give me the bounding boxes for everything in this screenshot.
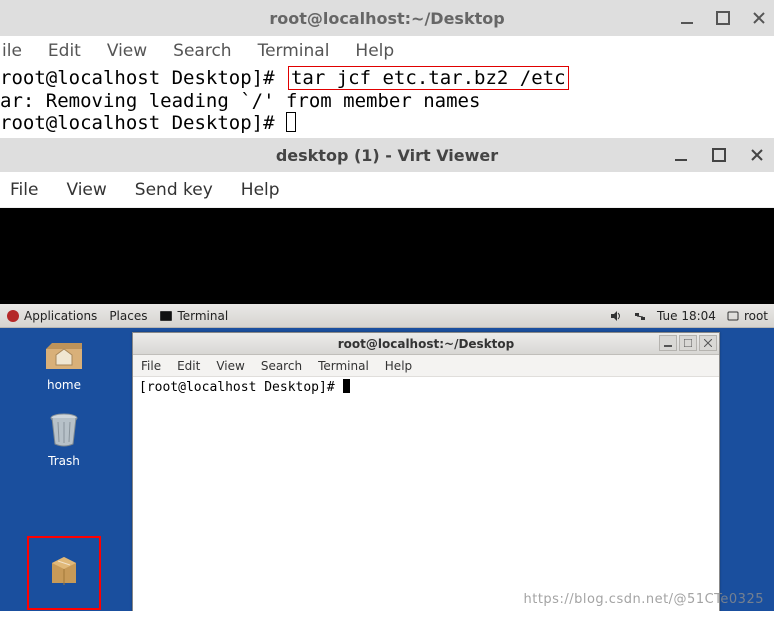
term2-menu-view[interactable]: View [216, 359, 244, 373]
term2-menu-help[interactable]: Help [385, 359, 412, 373]
term2-menu-search[interactable]: Search [261, 359, 302, 373]
virt-menubar: File View Send key Help [0, 172, 774, 208]
terminal1-line-1: root@localhost Desktop]# tar jcf etc.tar… [0, 66, 774, 90]
virt-menu-sendkey[interactable]: Send key [135, 180, 213, 200]
virt-menu-help[interactable]: Help [241, 180, 280, 200]
guest-display[interactable]: Applications Places Terminal Tue 18:04 r… [0, 208, 774, 611]
virt-window-controls [674, 138, 764, 172]
close-icon[interactable] [750, 148, 764, 162]
minimize-icon[interactable] [659, 335, 677, 351]
minimize-icon[interactable] [674, 148, 688, 162]
terminal2-title: root@localhost:~/Desktop [133, 337, 719, 351]
panel-user-label: root [744, 309, 768, 323]
terminal1-line-2: ar: Removing leading `/' from member nam… [0, 90, 774, 112]
maximize-icon[interactable] [679, 335, 697, 351]
panel-clock[interactable]: Tue 18:04 [657, 309, 716, 323]
archive-icon [42, 551, 86, 591]
close-icon[interactable] [752, 11, 766, 25]
desktop-icon-trash[interactable]: Trash [28, 410, 100, 468]
panel-clock-label: Tue 18:04 [657, 309, 716, 323]
panel-terminal-label: Terminal [177, 309, 228, 323]
term2-menu-terminal[interactable]: Terminal [318, 359, 369, 373]
terminal1-line-3: root@localhost Desktop]# [0, 112, 774, 134]
guest-black-area [0, 208, 774, 304]
panel-places-label: Places [109, 309, 147, 323]
network-icon [633, 309, 647, 323]
panel-user[interactable]: root [726, 309, 768, 323]
terminal1-menubar: ile Edit View Search Terminal Help [0, 36, 774, 66]
maximize-icon[interactable] [716, 11, 730, 25]
menu-view[interactable]: View [107, 41, 147, 61]
desktop-icon-trash-label: Trash [28, 454, 100, 468]
terminal1-titlebar: root@localhost:~/Desktop [0, 0, 774, 36]
highlighted-command: tar jcf etc.tar.bz2 /etc [288, 66, 569, 90]
menu-edit[interactable]: Edit [48, 41, 81, 61]
terminal2-window-controls [659, 335, 717, 351]
virt-menu-view[interactable]: View [66, 180, 106, 200]
guest-desktop[interactable]: home Trash root@localhost:~/Desktop [0, 328, 774, 611]
menu-terminal[interactable]: Terminal [258, 41, 330, 61]
terminal-window-2[interactable]: root@localhost:~/Desktop File Edit View … [132, 332, 720, 611]
terminal2-menubar: File Edit View Search Terminal Help [133, 355, 719, 377]
terminal1-prompt1: root@localhost Desktop]# [0, 67, 286, 89]
cursor-icon [286, 112, 296, 132]
term2-menu-edit[interactable]: Edit [177, 359, 200, 373]
virt-viewer-window: desktop (1) - Virt Viewer File View Send… [0, 138, 774, 611]
terminal1-window-controls [680, 0, 766, 36]
panel-applications[interactable]: Applications [6, 309, 97, 323]
folder-home-icon [42, 334, 86, 374]
desktop-icon-home-label: home [28, 378, 100, 392]
desktop-icon-home[interactable]: home [28, 334, 100, 392]
panel-applications-label: Applications [24, 309, 97, 323]
menu-help[interactable]: Help [355, 41, 394, 61]
panel-network[interactable] [633, 309, 647, 323]
minimize-icon[interactable] [680, 11, 694, 25]
terminal1-prompt2: root@localhost Desktop]# [0, 112, 286, 134]
terminal2-body[interactable]: [root@localhost Desktop]# [133, 377, 719, 398]
terminal1-body[interactable]: root@localhost Desktop]# tar jcf etc.tar… [0, 66, 774, 138]
fedora-icon [6, 309, 20, 323]
trash-icon [42, 410, 86, 450]
close-icon[interactable] [699, 335, 717, 351]
desktop-icon-archive[interactable] [28, 537, 100, 609]
terminal1-title: root@localhost:~/Desktop [0, 9, 774, 28]
terminal-icon [159, 309, 173, 323]
user-icon [726, 309, 740, 323]
panel-terminal-launcher[interactable]: Terminal [159, 309, 228, 323]
virt-menu-file[interactable]: File [10, 180, 38, 200]
panel-places[interactable]: Places [109, 309, 147, 323]
menu-file[interactable]: ile [2, 41, 22, 61]
terminal-window-1: root@localhost:~/Desktop ile Edit View S… [0, 0, 774, 138]
guest-panel: Applications Places Terminal Tue 18:04 r… [0, 304, 774, 328]
panel-volume[interactable] [609, 309, 623, 323]
term2-menu-file[interactable]: File [141, 359, 161, 373]
cursor-icon [343, 379, 350, 393]
maximize-icon[interactable] [712, 148, 726, 162]
virt-titlebar: desktop (1) - Virt Viewer [0, 138, 774, 172]
terminal2-titlebar: root@localhost:~/Desktop [133, 333, 719, 355]
volume-icon [609, 309, 623, 323]
terminal2-prompt: [root@localhost Desktop]# [139, 380, 343, 395]
terminal2-line-1: [root@localhost Desktop]# [139, 379, 713, 396]
virt-title: desktop (1) - Virt Viewer [0, 146, 774, 165]
menu-search[interactable]: Search [173, 41, 231, 61]
